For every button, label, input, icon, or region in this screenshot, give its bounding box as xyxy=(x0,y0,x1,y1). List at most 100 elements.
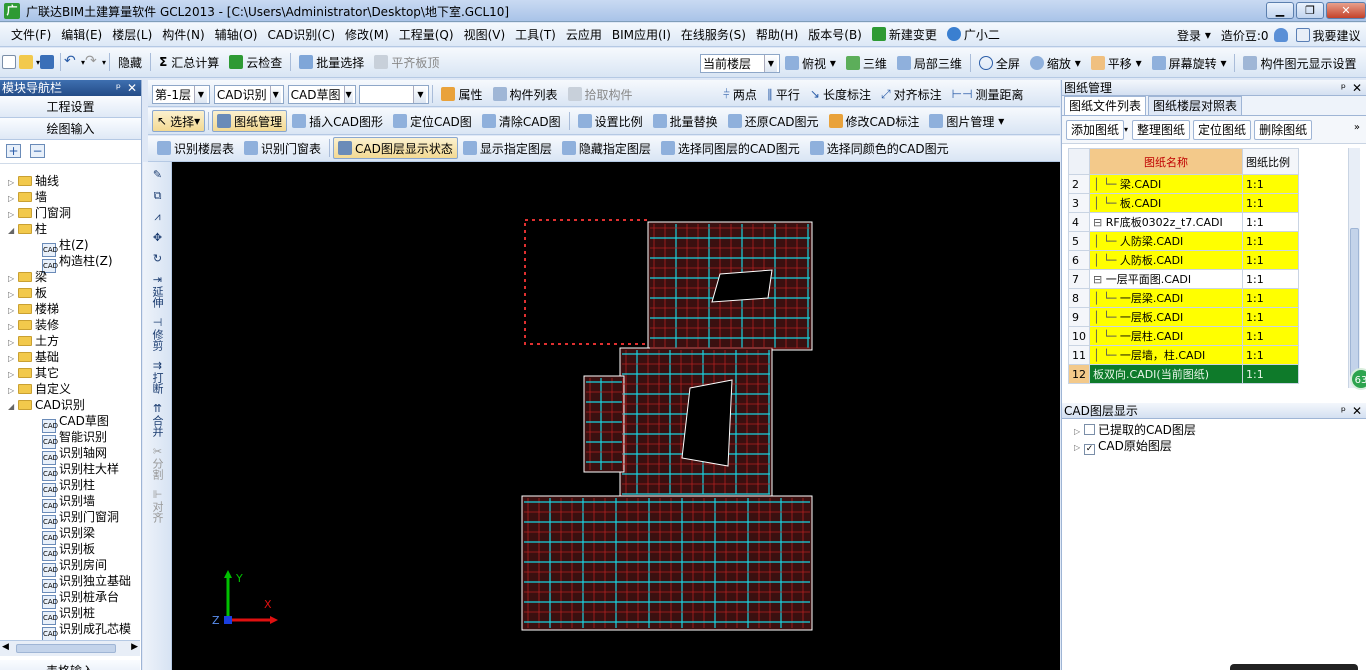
type-select[interactable]: CAD草图 ▼ xyxy=(287,84,356,104)
drawing-scale-cell[interactable]: 1:1 xyxy=(1242,345,1299,365)
restore-button[interactable]: ❐ xyxy=(1296,2,1324,19)
new-file-icon[interactable] xyxy=(2,55,16,69)
redo-dropdown-icon[interactable]: ▾ xyxy=(102,58,106,67)
tree-item[interactable]: CAD识别梁 xyxy=(0,525,140,545)
drawing-scale-cell[interactable]: 1:1 xyxy=(1242,193,1299,213)
tree-item[interactable]: CAD识别轴网 xyxy=(0,445,140,465)
collapse-all-icon[interactable]: − xyxy=(30,144,45,158)
layer-checkbox[interactable]: ✓ xyxy=(1084,444,1095,455)
component-list-button[interactable]: 构件列表 xyxy=(488,83,563,105)
tree-item[interactable]: CAD识别墙 xyxy=(0,493,140,513)
menu-online[interactable]: 在线服务(S) xyxy=(676,23,751,47)
pick-component-button[interactable]: 拾取构件 xyxy=(563,83,638,105)
tree-folder[interactable]: ▷ 墙 xyxy=(0,189,140,205)
menu-bim[interactable]: BIM应用(I) xyxy=(607,23,676,47)
suggest-button[interactable]: 我要建议 xyxy=(1291,24,1366,46)
organize-drawing-button[interactable]: 整理图纸 xyxy=(1132,119,1191,140)
expand-all-icon[interactable]: + xyxy=(6,144,21,158)
trim-tool[interactable]: ⊣ 修剪 xyxy=(143,316,172,351)
draw-input-button[interactable]: 绘图输入 xyxy=(0,118,141,140)
tree-item[interactable]: CAD柱(Z) xyxy=(0,237,140,257)
scroll-left-icon[interactable]: ◀ xyxy=(2,642,9,652)
cad-drawing[interactable]: Y X Z xyxy=(172,162,1060,670)
menu-quantity[interactable]: 工程量(Q) xyxy=(394,23,459,47)
hide-layer-button[interactable]: 隐藏指定图层 xyxy=(557,137,656,159)
tab-floor-mapping[interactable]: 图纸楼层对照表 xyxy=(1148,96,1243,115)
save-icon[interactable] xyxy=(40,55,55,69)
clear-cad-button[interactable]: 清除CAD图 xyxy=(477,110,566,132)
batch-select-button[interactable]: 批量选择 xyxy=(294,51,369,73)
add-drawing-dropdown-icon[interactable]: ▾ xyxy=(1124,125,1128,134)
tree-folder[interactable]: ▷ 轴线 xyxy=(0,173,140,189)
drawing-row[interactable]: 12 板双向.CADI(当前图纸) 1:1 xyxy=(1068,364,1299,384)
batch-replace-button[interactable]: 批量替换 xyxy=(648,110,723,132)
drawing-row[interactable]: 3 │ └─ 板.CADI 1:1 xyxy=(1068,193,1299,213)
top-view-button[interactable]: 俯视 ▾ xyxy=(780,52,841,74)
align-tool[interactable]: ⊩ 对齐 xyxy=(143,488,172,523)
hide-button[interactable]: 隐藏 xyxy=(113,51,147,73)
drawing-row[interactable]: 11 │ └─ 一层墙，柱.CADI 1:1 xyxy=(1068,345,1299,365)
drawing-name-cell[interactable]: │ └─ 一层柱.CADI xyxy=(1089,326,1243,346)
menu-edit[interactable]: 编辑(E) xyxy=(56,23,107,47)
close-icon[interactable]: ✕ xyxy=(127,80,137,96)
drawing-management-button[interactable]: 图纸管理 xyxy=(212,110,288,132)
more-chevron-icon[interactable]: » xyxy=(1354,122,1360,133)
drawing-scale-cell[interactable]: 1:1 xyxy=(1242,212,1299,232)
drawing-row[interactable]: 9 │ └─ 一层板.CADI 1:1 xyxy=(1068,307,1299,327)
menu-aux-axis[interactable]: 辅轴(O) xyxy=(210,23,263,47)
drawing-row[interactable]: 5 │ └─ 人防梁.CADI 1:1 xyxy=(1068,231,1299,251)
tree-folder[interactable]: ▷ 其它 xyxy=(0,365,140,381)
merge-tool[interactable]: ⇈ 合并 xyxy=(143,402,172,437)
pan-button[interactable]: 平移 ▾ xyxy=(1086,52,1147,74)
tree-item[interactable]: CAD识别房间 xyxy=(0,557,140,577)
floor-select[interactable]: 第-1层 ▼ xyxy=(152,84,210,104)
drawing-scale-cell[interactable]: 1:1 xyxy=(1242,326,1299,346)
tree-folder[interactable]: ▷ 自定义 xyxy=(0,381,140,397)
undo-icon[interactable]: ↶ xyxy=(64,54,78,69)
layer-item[interactable]: ▷ ✓ CAD原始图层 xyxy=(1074,438,1196,455)
drawing-scale-cell[interactable]: 1:1 xyxy=(1242,269,1299,289)
menu-modify[interactable]: 修改(M) xyxy=(340,23,394,47)
tree-item[interactable]: CAD识别成孔芯模 xyxy=(0,621,140,641)
move-icon[interactable]: ✥ xyxy=(143,231,172,244)
drawing-scale-cell[interactable]: 1:1 xyxy=(1242,288,1299,308)
category-select[interactable]: CAD识别 ▼ xyxy=(213,84,284,104)
drawing-scale-cell[interactable]: 1:1 xyxy=(1242,174,1299,194)
drawing-row[interactable]: 7 ⊟ 一层平面图.CADI 1:1 xyxy=(1068,269,1299,289)
drawing-row[interactable]: 2 │ └─ 梁.CADI 1:1 xyxy=(1068,174,1299,194)
properties-button[interactable]: 属性 xyxy=(436,83,487,105)
two-point-button[interactable]: ⫩ 两点 xyxy=(718,83,762,105)
drawing-row[interactable]: 10 │ └─ 一层柱.CADI 1:1 xyxy=(1068,326,1299,346)
menu-view[interactable]: 视图(V) xyxy=(459,23,511,47)
open-folder-icon[interactable] xyxy=(19,55,33,69)
split-tool[interactable]: ✂ 分割 xyxy=(143,445,172,480)
set-scale-button[interactable]: 设置比例 xyxy=(573,110,648,132)
tree-folder[interactable]: ▷ 楼梯 xyxy=(0,301,140,317)
menu-new-change[interactable]: 新建变更 xyxy=(867,23,942,47)
tree-toggle-icon[interactable]: ⊟ xyxy=(1093,216,1106,229)
menu-cloud[interactable]: 云应用 xyxy=(561,23,607,47)
pencil-icon[interactable]: ✎ xyxy=(143,168,172,181)
drawing-name-cell[interactable]: │ └─ 人防梁.CADI xyxy=(1089,231,1243,251)
table-input-button[interactable]: 表格输入 xyxy=(0,660,140,670)
bell-icon[interactable] xyxy=(1273,28,1288,42)
drawing-row[interactable]: 6 │ └─ 人防板.CADI 1:1 xyxy=(1068,250,1299,270)
drawing-canvas[interactable]: Y X Z xyxy=(172,162,1060,670)
recognize-door-table-button[interactable]: 识别门窗表 xyxy=(239,137,326,159)
local-3d-button[interactable]: 局部三维 xyxy=(892,52,967,74)
close-button[interactable]: ✕ xyxy=(1326,2,1366,19)
menu-component[interactable]: 构件(N) xyxy=(157,23,209,47)
tree-item[interactable]: CADCAD草图 xyxy=(0,413,140,433)
tree-item[interactable]: CAD识别柱 xyxy=(0,477,140,497)
floating-badge[interactable]: 63 xyxy=(1350,368,1366,390)
restore-cad-button[interactable]: 还原CAD图元 xyxy=(723,110,824,132)
select-button[interactable]: ↖ 选择 ▾ xyxy=(152,110,206,132)
insert-cad-button[interactable]: 插入CAD图形 xyxy=(287,110,388,132)
tree-hscrollbar[interactable]: ◀ ▶ xyxy=(0,640,140,656)
3d-button[interactable]: 三维 xyxy=(841,52,892,74)
drawing-name-cell[interactable]: │ └─ 梁.CADI xyxy=(1089,174,1243,194)
drawing-name-cell[interactable]: 板双向.CADI(当前图纸) xyxy=(1089,364,1243,384)
drawing-name-cell[interactable]: │ └─ 一层板.CADI xyxy=(1089,307,1243,327)
extend-tool[interactable]: ⇥ 延伸 xyxy=(143,273,172,308)
menu-floor[interactable]: 楼层(L) xyxy=(107,23,157,47)
